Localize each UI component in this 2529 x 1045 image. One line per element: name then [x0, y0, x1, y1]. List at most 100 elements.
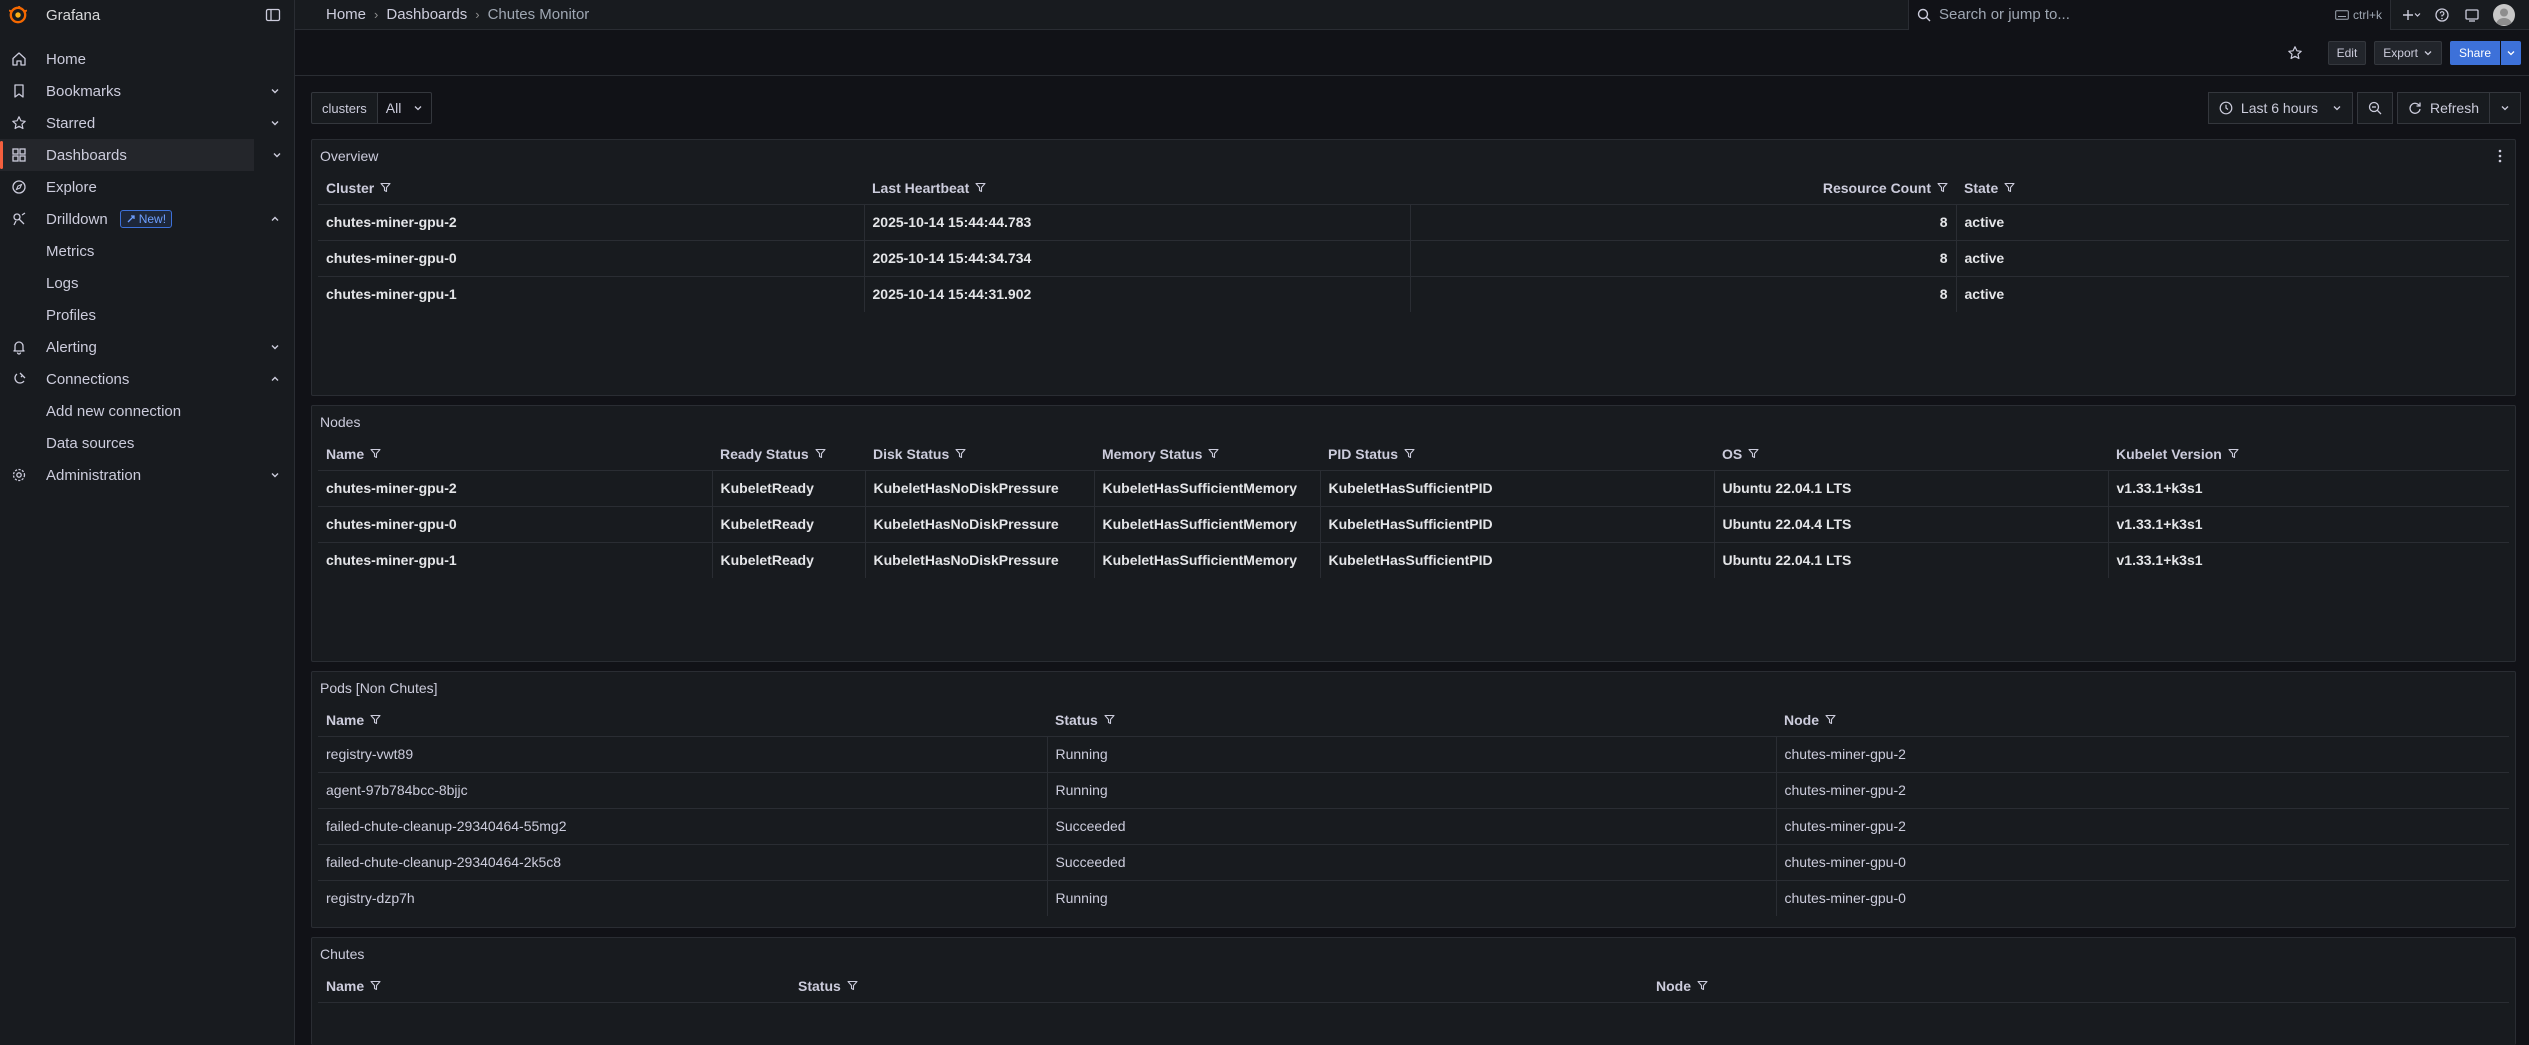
chevron-up-icon[interactable] [268, 214, 282, 224]
table-cell: KubeletHasSufficientPID [1320, 542, 1715, 578]
column-header[interactable]: Kubelet Version [2108, 438, 2509, 471]
chevron-up-icon[interactable] [268, 374, 282, 384]
column-header[interactable]: Last Heartbeat [864, 172, 1410, 205]
refresh-button[interactable]: Refresh [2396, 92, 2490, 124]
table-cell: KubeletReady [712, 542, 866, 578]
table-cell: 2025-10-14 15:44:44.783 [864, 204, 1411, 241]
help-icon[interactable] [2427, 0, 2457, 30]
dock-menu-icon[interactable] [264, 6, 282, 24]
panel-menu-icon[interactable] [2491, 145, 2509, 167]
column-header[interactable]: Ready Status [712, 438, 865, 471]
overview-panel: Overview Cluster Last Heartbeat Resource… [311, 139, 2516, 396]
filter-icon[interactable] [370, 714, 381, 725]
nav-add-new-connection[interactable]: Add new connection [0, 395, 294, 427]
search-input[interactable]: Search or jump to... ctrl+k [1908, 0, 2391, 30]
nav-starred[interactable]: Starred [0, 107, 294, 139]
filter-icon[interactable] [370, 448, 381, 459]
filter-icon[interactable] [1748, 448, 1759, 459]
filter-icon[interactable] [1404, 448, 1415, 459]
nav-administration[interactable]: Administration [0, 459, 294, 491]
filter-icon[interactable] [1825, 714, 1836, 725]
star-icon[interactable] [2280, 38, 2310, 68]
table-cell: KubeletHasSufficientMemory [1094, 506, 1321, 543]
add-new-icon[interactable] [2397, 0, 2427, 30]
plug-icon [10, 370, 28, 388]
grafana-logo-icon[interactable] [8, 5, 28, 25]
column-header[interactable]: Resource Count [1410, 172, 1956, 205]
table-cell: Ubuntu 22.04.1 LTS [1714, 542, 2109, 578]
column-header[interactable]: Name [318, 438, 712, 471]
column-header-label: Node [1784, 711, 1819, 728]
filter-icon[interactable] [975, 182, 986, 193]
news-icon[interactable] [2457, 0, 2487, 30]
nav-bookmarks[interactable]: Bookmarks [0, 75, 294, 107]
avatar[interactable] [2493, 3, 2515, 26]
nav-home[interactable]: Home [0, 43, 294, 75]
dashboard-toolbar: Edit Export Share [295, 30, 2529, 76]
column-header-label: Disk Status [873, 445, 950, 462]
nav-profiles[interactable]: Profiles [0, 299, 294, 331]
refresh-icon [2409, 102, 2421, 114]
clusters-select[interactable]: All [377, 92, 433, 124]
filter-icon[interactable] [815, 448, 826, 459]
column-header[interactable]: Disk Status [865, 438, 1094, 471]
column-header[interactable]: State [1956, 172, 2509, 205]
table-cell: Succeeded [1047, 844, 1777, 881]
filter-icon[interactable] [1697, 980, 1708, 991]
nav-data-sources[interactable]: Data sources [0, 427, 294, 459]
chevron-down-icon [2424, 50, 2432, 55]
column-header[interactable]: Node [1648, 970, 2509, 1003]
nav-drilldown[interactable]: Drilldown New! [0, 203, 294, 235]
column-header[interactable]: Status [790, 970, 1648, 1003]
time-range-label: Last 6 hours [2240, 100, 2318, 116]
table-cell: Succeeded [1047, 808, 1777, 845]
column-header[interactable]: Name [318, 704, 1047, 737]
filter-icon[interactable] [2004, 182, 2015, 193]
column-header[interactable]: Cluster [318, 172, 864, 205]
column-header[interactable]: Status [1047, 704, 1776, 737]
chevron-down-icon[interactable] [268, 118, 282, 128]
filter-icon[interactable] [955, 448, 966, 459]
share-options-button[interactable] [2501, 40, 2521, 65]
nav-dashboards[interactable]: Dashboards [0, 139, 281, 171]
column-header[interactable]: OS [1714, 438, 2108, 471]
nav-home-label: Home [46, 50, 87, 68]
filter-icon[interactable] [1208, 448, 1219, 459]
filter-icon[interactable] [370, 980, 381, 991]
filter-icon[interactable] [380, 182, 391, 193]
column-header[interactable]: Memory Status [1094, 438, 1320, 471]
column-header[interactable]: Node [1776, 704, 2509, 737]
filter-icon[interactable] [1937, 182, 1948, 193]
breadcrumb-dashboards[interactable]: Dashboards [386, 6, 467, 23]
new-badge: New! [119, 210, 173, 228]
panel-title: Chutes [320, 946, 365, 962]
chevron-down-icon[interactable] [268, 470, 282, 480]
nav-metrics[interactable]: Metrics [0, 235, 294, 267]
chevron-down-icon[interactable] [268, 86, 282, 96]
column-header[interactable]: Name [318, 970, 790, 1003]
share-button[interactable]: Share [2449, 40, 2500, 65]
chevron-down-icon [2507, 50, 2515, 55]
table-cell: KubeletHasNoDiskPressure [865, 542, 1095, 578]
time-range-picker[interactable]: Last 6 hours [2207, 92, 2353, 124]
gear-icon [10, 466, 28, 484]
nav-alerting[interactable]: Alerting [0, 331, 294, 363]
chevron-down-icon[interactable] [270, 150, 284, 160]
zoom-out-button[interactable] [2356, 92, 2393, 124]
table-cell: chutes-miner-gpu-2 [318, 470, 713, 507]
refresh-interval-picker[interactable] [2490, 92, 2521, 124]
edit-button[interactable]: Edit [2327, 40, 2367, 65]
nav-connections[interactable]: Connections [0, 363, 294, 395]
chevron-down-icon[interactable] [268, 342, 282, 352]
column-header[interactable]: PID Status [1320, 438, 1714, 471]
filter-icon[interactable] [847, 980, 858, 991]
nav-explore[interactable]: Explore [0, 171, 294, 203]
filter-icon[interactable] [1104, 714, 1115, 725]
table-cell: active [1956, 240, 2509, 277]
nav-logs[interactable]: Logs [0, 267, 294, 299]
breadcrumb-home[interactable]: Home [326, 6, 366, 23]
export-button[interactable]: Export [2374, 40, 2442, 65]
breadcrumb-separator-icon: › [475, 7, 480, 22]
table-cell: chutes-miner-gpu-2 [1776, 808, 2509, 845]
filter-icon[interactable] [2228, 448, 2239, 459]
